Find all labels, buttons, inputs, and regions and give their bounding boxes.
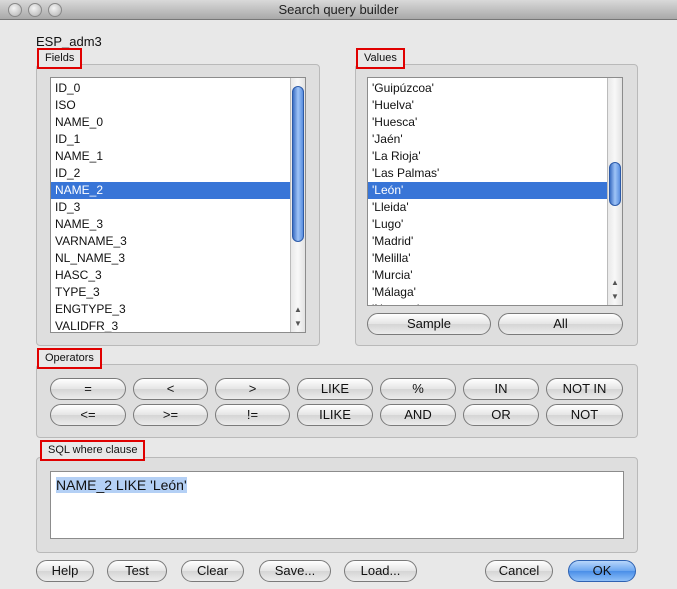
fields-scrollbar[interactable]: ▲ ▼ (290, 78, 305, 332)
field-list-item[interactable]: VARNAME_3 (51, 233, 305, 250)
field-list-item[interactable]: NL_NAME_3 (51, 250, 305, 267)
operator-button[interactable]: NOT (546, 404, 623, 426)
field-list-item[interactable]: ID_3 (51, 199, 305, 216)
operators-group (36, 364, 638, 438)
all-button[interactable]: All (498, 313, 623, 335)
sample-button[interactable]: Sample (367, 313, 491, 335)
values-list[interactable]: 'Guipúzcoa' 'Huelva' 'Huesca' 'Jaén' 'La Rio… (367, 77, 623, 306)
sql-where-text: NAME_2 LIKE 'León' (56, 477, 187, 493)
field-list-item[interactable]: ID_0 (51, 80, 305, 97)
operator-button[interactable]: NOT IN (546, 378, 623, 400)
operator-button[interactable]: = (50, 378, 126, 400)
query-builder-window: Search query builder ESP_adm3 Fields ID_… (0, 0, 677, 589)
field-list-item[interactable]: ID_2 (51, 165, 305, 182)
layer-name: ESP_adm3 (36, 34, 102, 49)
values-group-label: Values (356, 48, 405, 69)
scroll-down-arrow-icon[interactable]: ▼ (291, 318, 305, 330)
value-list-item[interactable]: 'León' (368, 182, 622, 199)
test-button[interactable]: Test (107, 560, 167, 582)
scroll-up-arrow-icon[interactable]: ▲ (608, 277, 622, 289)
value-list-item[interactable]: 'Navarra' (368, 301, 622, 305)
operator-button[interactable]: OR (463, 404, 539, 426)
operator-button[interactable]: IN (463, 378, 539, 400)
value-list-item[interactable]: 'Huesca' (368, 114, 622, 131)
clear-button[interactable]: Clear (181, 560, 244, 582)
operator-button[interactable]: LIKE (297, 378, 373, 400)
operator-button[interactable]: > (215, 378, 290, 400)
field-list-item[interactable]: NAME_3 (51, 216, 305, 233)
field-list-item[interactable]: ISO (51, 97, 305, 114)
sql-where-textarea[interactable]: NAME_2 LIKE 'León' (50, 471, 624, 539)
title-bar: Search query builder (0, 0, 677, 20)
fields-list[interactable]: ID_0 ISO NAME_0 ID_1 NAME_1 ID_2 NAME_2 ID_3 NAM… (50, 77, 306, 333)
operators-group-label: Operators (37, 348, 102, 369)
operator-button[interactable]: != (215, 404, 290, 426)
field-list-item[interactable]: TYPE_3 (51, 284, 305, 301)
field-list-item[interactable]: ID_1 (51, 131, 305, 148)
field-list-item[interactable]: NAME_2 (51, 182, 305, 199)
save-button[interactable]: Save... (259, 560, 331, 582)
value-list-item[interactable]: 'Jaén' (368, 131, 622, 148)
field-list-item[interactable]: NAME_1 (51, 148, 305, 165)
window-title: Search query builder (278, 2, 399, 17)
operator-button[interactable]: ILIKE (297, 404, 373, 426)
operator-button[interactable]: >= (133, 404, 208, 426)
field-list-item[interactable]: VALIDFR_3 (51, 318, 305, 332)
field-list-item[interactable]: HASC_3 (51, 267, 305, 284)
field-list-item[interactable]: NAME_0 (51, 114, 305, 131)
value-list-item[interactable]: 'Murcia' (368, 267, 622, 284)
value-list-item[interactable]: 'Guipúzcoa' (368, 80, 622, 97)
values-scroll-thumb[interactable] (609, 162, 621, 206)
value-list-item[interactable]: 'Melilla' (368, 250, 622, 267)
sql-group-label: SQL where clause (40, 440, 146, 461)
operator-button[interactable]: <= (50, 404, 126, 426)
value-list-item[interactable]: 'Huelva' (368, 97, 622, 114)
help-button[interactable]: Help (36, 560, 94, 582)
value-list-item[interactable]: 'Lleida' (368, 199, 622, 216)
value-list-item[interactable]: 'Málaga' (368, 284, 622, 301)
scroll-down-arrow-icon[interactable]: ▼ (608, 291, 622, 303)
ok-button[interactable]: OK (568, 560, 636, 582)
operator-button[interactable]: < (133, 378, 208, 400)
cancel-button[interactable]: Cancel (485, 560, 553, 582)
values-scrollbar[interactable]: ▲ ▼ (607, 78, 622, 305)
operator-button[interactable]: AND (380, 404, 456, 426)
operator-button[interactable]: % (380, 378, 456, 400)
value-list-item[interactable]: 'Las Palmas' (368, 165, 622, 182)
value-list-item[interactable]: 'La Rioja' (368, 148, 622, 165)
fields-group-label: Fields (37, 48, 83, 69)
load-button[interactable]: Load... (344, 560, 417, 582)
fields-scroll-thumb[interactable] (292, 86, 304, 242)
value-list-item[interactable]: 'Madrid' (368, 233, 622, 250)
scroll-up-arrow-icon[interactable]: ▲ (291, 304, 305, 316)
field-list-item[interactable]: ENGTYPE_3 (51, 301, 305, 318)
value-list-item[interactable]: 'Lugo' (368, 216, 622, 233)
